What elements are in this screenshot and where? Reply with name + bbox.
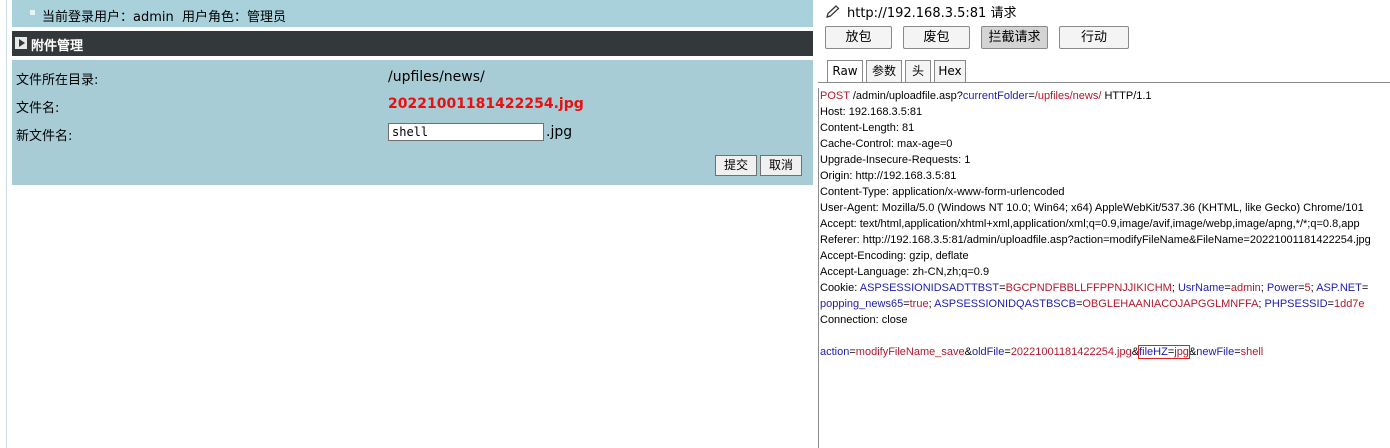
- param-key: newFile: [1196, 346, 1235, 358]
- request-title: http://192.168.3.5:81 请求: [825, 2, 1016, 23]
- param-key: ASPSESSIONIDQASTBSCB: [934, 298, 1076, 310]
- param-key: ASP.NET: [1316, 282, 1362, 294]
- query-key: currentFolder: [962, 90, 1029, 102]
- extension-text: .jpg: [546, 124, 573, 140]
- play-arrow-icon: [15, 37, 27, 49]
- param-key: Power: [1266, 282, 1299, 294]
- drop-button[interactable]: 废包: [903, 26, 970, 49]
- tab-raw[interactable]: Raw: [827, 60, 863, 83]
- login-info-text: 当前登录用户：admin 用户角色：管理员: [42, 10, 286, 25]
- bullet-icon: [30, 10, 35, 15]
- param-value: shell: [1240, 346, 1264, 358]
- param-value: admin: [1230, 282, 1261, 294]
- raw-request-editor[interactable]: POST /admin/uploadfile.asp?currentFolder…: [820, 88, 1390, 448]
- param-value: 20221001181422254.jpg: [1010, 346, 1132, 358]
- dir-value: /upfiles/news/: [388, 69, 485, 85]
- header-line: Host: 192.168.3.5:81: [820, 106, 923, 118]
- header-line: Accept-Encoding: gzip, deflate: [820, 250, 969, 262]
- cancel-button[interactable]: 取消: [760, 155, 802, 176]
- rename-form: 文件所在目录: /upfiles/news/ 文件名: 202210011814…: [12, 60, 813, 185]
- cookie-label: Cookie:: [820, 282, 860, 294]
- burp-intercept-panel: http://192.168.3.5:81 请求 放包 废包 拦截请求 行动 R…: [813, 0, 1390, 448]
- param-value: jpg: [1174, 346, 1189, 358]
- highlighted-param: fileHZ=jpg: [1138, 345, 1190, 359]
- request-title-text: http://192.168.3.5:81 请求: [847, 6, 1017, 21]
- header-line: Upgrade-Insecure-Requests: 1: [820, 154, 971, 166]
- param-value: 5: [1304, 282, 1311, 294]
- header-line: Accept: text/html,application/xhtml+xml,…: [820, 218, 1360, 230]
- param-pair: ASPSESSIONIDQASTBSCB=OBGLEHAANIACOJAPGGL…: [934, 298, 1259, 310]
- tab-params[interactable]: 参数: [866, 60, 902, 82]
- pencil-icon: [825, 4, 841, 23]
- tab-headers[interactable]: 头: [905, 60, 931, 82]
- tab-hex[interactable]: Hex: [934, 60, 966, 82]
- submit-button[interactable]: 提交: [715, 155, 757, 176]
- param-key: oldFile: [971, 346, 1005, 358]
- param-value: true: [909, 298, 929, 310]
- path: /admin/uploadfile.asp?: [849, 90, 963, 102]
- param-key: fileHZ: [1139, 346, 1168, 358]
- protocol: HTTP/1.1: [1101, 90, 1152, 102]
- param-pair: ASP.NET=: [1316, 282, 1369, 294]
- filename-label: 文件名:: [16, 101, 60, 116]
- request-body: action=modifyFileName_save&oldFile=20221…: [820, 345, 1264, 359]
- param-pair: action=modifyFileName_save: [820, 346, 965, 358]
- param-value: OBGLEHAANIACOJAPGGLMNFFA: [1082, 298, 1259, 310]
- header-line: Connection: close: [820, 314, 908, 326]
- param-key: popping_news65: [820, 298, 904, 310]
- tab-divider: [818, 82, 1390, 83]
- header-line: User-Agent: Mozilla/5.0 (Windows NT 10.0…: [820, 202, 1364, 214]
- param-pair: UsrName=admin: [1177, 282, 1261, 294]
- forward-button[interactable]: 放包: [825, 26, 892, 49]
- param-pair: Power=5: [1266, 282, 1311, 294]
- dir-label: 文件所在目录:: [16, 73, 99, 88]
- cookie-line-continued: popping_news65=true; ASPSESSIONIDQASTBSC…: [820, 298, 1365, 310]
- action-button[interactable]: 行动: [1059, 26, 1129, 49]
- param-pair: popping_news65=true: [820, 298, 929, 310]
- admin-panel: 当前登录用户：admin 用户角色：管理员 附件管理 文件所在目录: /upfi…: [0, 0, 813, 448]
- param-pair: PHPSESSID=1dd7e: [1264, 298, 1365, 310]
- request-line: POST /admin/uploadfile.asp?currentFolder…: [820, 88, 1390, 104]
- intercept-toggle-button[interactable]: 拦截请求: [981, 26, 1048, 49]
- param-value: BGCPNDFBBLLFFPPNJJIKICHM: [1005, 282, 1172, 294]
- query-value: /upfiles/news/: [1034, 90, 1102, 102]
- panel-header: 附件管理: [12, 31, 813, 56]
- editor-gutter-line: [818, 88, 819, 448]
- param-value: 1dd7e: [1333, 298, 1365, 310]
- param-key: PHPSESSID: [1264, 298, 1328, 310]
- header-line: Referer: http://192.168.3.5:81/admin/upl…: [820, 234, 1371, 246]
- param-pair: oldFile=20221001181422254.jpg: [971, 346, 1132, 358]
- header-lines: Host: 192.168.3.5:81 Content-Length: 81 Ca…: [820, 104, 1390, 280]
- param-key: UsrName: [1177, 282, 1225, 294]
- panel-title: 附件管理: [31, 39, 84, 54]
- param-key: action: [820, 346, 850, 358]
- cookie-line: Cookie: ASPSESSIONIDSADTTBST=BGCPNDFBBLL…: [820, 282, 1369, 294]
- param-value: modifyFileName_save: [855, 346, 965, 358]
- param-pair: newFile=shell: [1196, 346, 1264, 358]
- login-info-bar: 当前登录用户：admin 用户角色：管理员: [12, 0, 813, 27]
- left-border: [6, 0, 7, 448]
- newname-input[interactable]: [388, 123, 544, 141]
- param-pair: ASPSESSIONIDSADTTBST=BGCPNDFBBLLFFPPNJJI…: [859, 282, 1172, 294]
- header-line: Origin: http://192.168.3.5:81: [820, 170, 957, 182]
- filename-value: 20221001181422254.jpg: [388, 96, 584, 112]
- header-line: Content-Length: 81: [820, 122, 915, 134]
- newname-label: 新文件名:: [16, 129, 73, 144]
- header-line: Cache-Control: max-age=0: [820, 138, 953, 150]
- method: POST: [820, 90, 850, 102]
- header-line: Accept-Language: zh-CN,zh;q=0.9: [820, 266, 990, 278]
- header-line: Content-Type: application/x-www-form-url…: [820, 186, 1065, 198]
- param-key: ASPSESSIONIDSADTTBST: [859, 282, 1000, 294]
